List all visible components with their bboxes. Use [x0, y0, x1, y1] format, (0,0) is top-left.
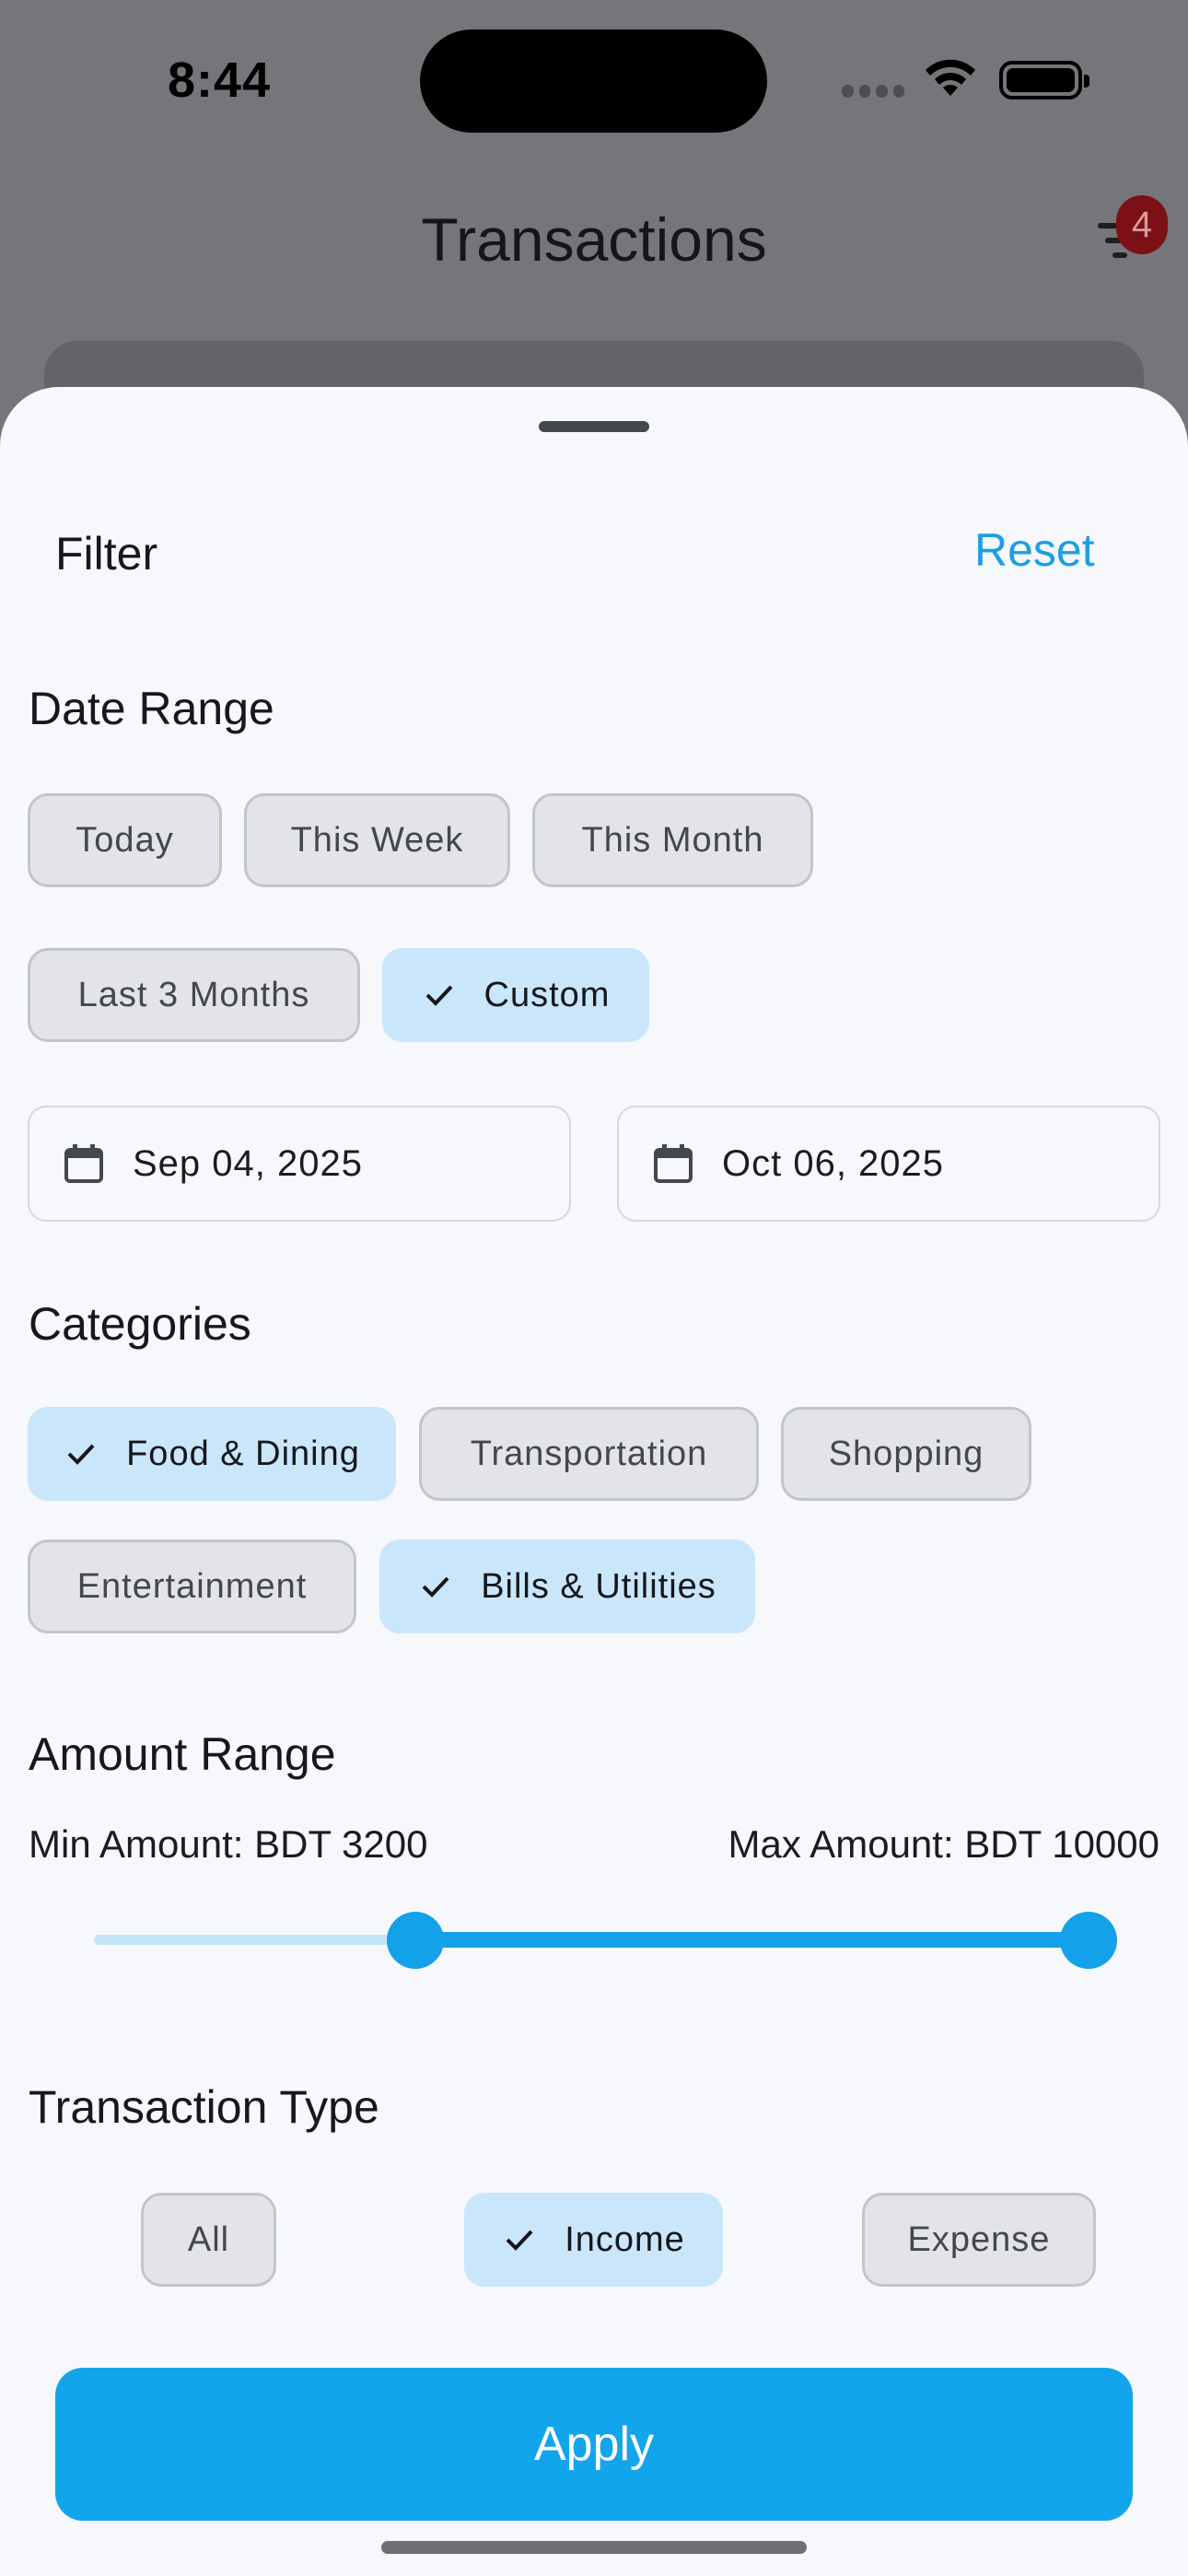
end-date-value: Oct 06, 2025 [722, 1142, 945, 1184]
chip-bills-utilities[interactable]: Bills & Utilities [379, 1540, 755, 1633]
cellular-signal-icon [842, 85, 904, 98]
status-time: 8:44 [168, 53, 272, 108]
dynamic-island [420, 29, 767, 133]
calendar-icon [64, 1144, 103, 1183]
battery-icon [999, 61, 1089, 100]
chip-shopping[interactable]: Shopping [781, 1407, 1031, 1501]
chip-label: Custom [483, 975, 611, 1014]
transaction-type-title: Transaction Type [29, 2081, 379, 2133]
chip-label: Last 3 Months [77, 975, 310, 1014]
chip-this-week[interactable]: This Week [244, 793, 510, 887]
chip-label: Entertainment [76, 1566, 308, 1606]
chip-label: Expense [907, 2219, 1051, 2259]
sheet-drag-handle[interactable] [539, 421, 649, 432]
chip-label: Transportation [470, 1434, 708, 1473]
calendar-icon [654, 1144, 693, 1183]
amount-range-title: Amount Range [29, 1728, 336, 1780]
min-amount-thumb[interactable] [387, 1912, 444, 1969]
notification-badge: 4 [1116, 195, 1168, 254]
categories-title: Categories [29, 1298, 251, 1350]
page-title: Transactions [421, 205, 767, 274]
end-date-field[interactable]: Oct 06, 2025 [617, 1106, 1160, 1222]
apply-button[interactable]: Apply [55, 2368, 1133, 2521]
chip-label: Today [76, 820, 174, 860]
sheet-title: Filter [55, 528, 158, 580]
chip-label: Shopping [828, 1434, 984, 1473]
amount-slider-active-range [415, 1932, 1089, 1948]
chip-transportation[interactable]: Transportation [419, 1407, 759, 1501]
chip-label: Income [565, 2219, 685, 2259]
min-amount-label: Min Amount: BDT 3200 [29, 1822, 428, 1866]
chip-label: This Week [290, 820, 464, 860]
max-amount-thumb[interactable] [1060, 1912, 1117, 1969]
start-date-value: Sep 04, 2025 [133, 1142, 363, 1184]
chip-this-month[interactable]: This Month [532, 793, 813, 887]
apply-label: Apply [533, 2418, 655, 2471]
chip-label: All [187, 2219, 230, 2259]
chip-expense[interactable]: Expense [862, 2193, 1096, 2287]
chip-all[interactable]: All [141, 2193, 276, 2287]
wifi-icon [926, 59, 975, 96]
chip-custom[interactable]: Custom [382, 948, 649, 1042]
reset-button[interactable]: Reset [974, 523, 1095, 577]
chip-last-3-months[interactable]: Last 3 Months [28, 948, 360, 1042]
max-amount-label: Max Amount: BDT 10000 [728, 1822, 1159, 1866]
chip-today[interactable]: Today [28, 793, 222, 887]
chip-label: This Month [581, 820, 764, 860]
chip-label: Food & Dining [126, 1434, 360, 1473]
chip-income[interactable]: Income [464, 2193, 723, 2287]
date-range-title: Date Range [29, 683, 274, 734]
check-icon [422, 1576, 449, 1598]
chip-entertainment[interactable]: Entertainment [28, 1540, 356, 1633]
home-indicator[interactable] [381, 2541, 807, 2554]
start-date-field[interactable]: Sep 04, 2025 [28, 1106, 571, 1222]
check-icon [506, 2230, 533, 2251]
check-icon [425, 985, 452, 1006]
chip-label: Bills & Utilities [481, 1566, 716, 1606]
check-icon [67, 1444, 95, 1465]
chip-food-dining[interactable]: Food & Dining [28, 1407, 396, 1501]
